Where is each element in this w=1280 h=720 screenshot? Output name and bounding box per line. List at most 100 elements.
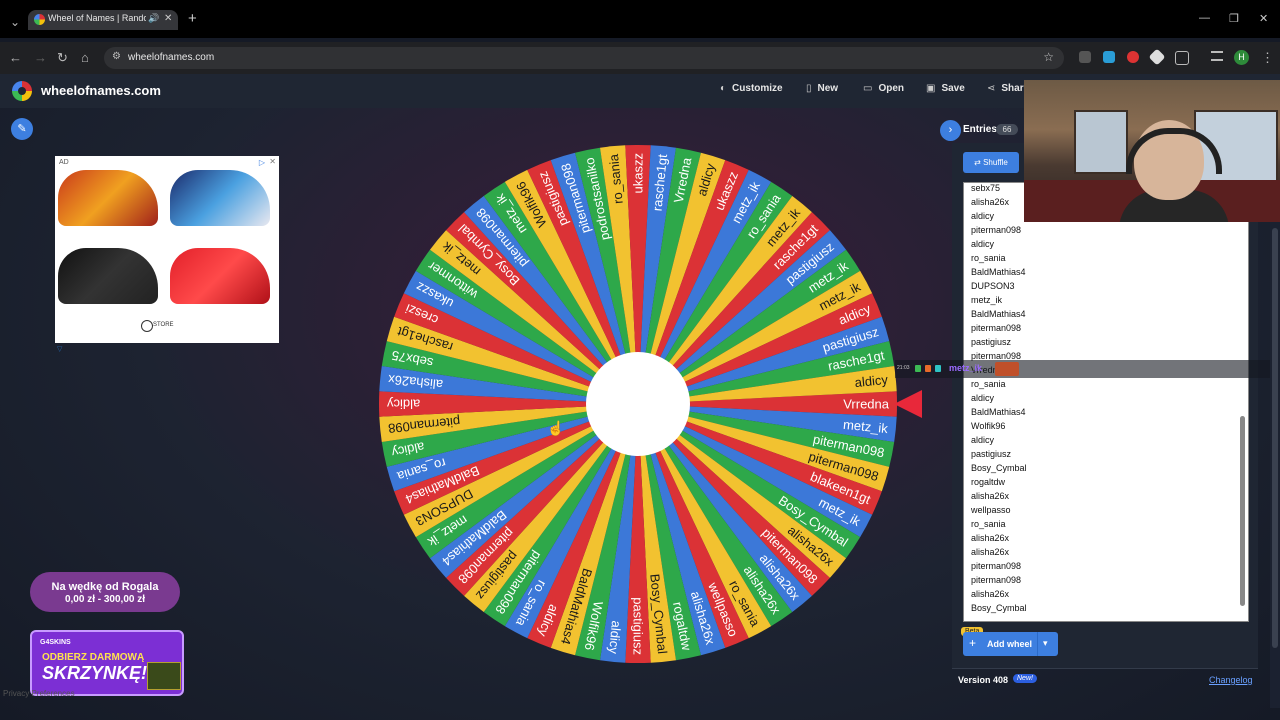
back-arrow-icon[interactable]: ← [9,50,22,65]
extension-icon[interactable] [1103,51,1115,63]
entry-line[interactable]: metz_ik [971,295,1002,305]
browser-tab[interactable]: Wheel of Names | Random 🔊 ✕ [28,10,178,30]
forward-arrow-icon[interactable]: → [34,50,47,65]
entries-scroll-thumb[interactable] [1240,416,1245,606]
shuffle-button[interactable]: ⇄ Shuffle [963,152,1019,173]
media-controls-icon[interactable] [1211,51,1223,61]
entry-line[interactable]: aldicy [971,239,994,249]
wheel-slice-label: pastigiusz [631,597,646,655]
entry-line[interactable]: BaldMathias4 [971,407,1026,417]
entry-line[interactable]: piterman098 [971,323,1021,333]
entry-line[interactable]: Wolfik96 [971,421,1005,431]
site-logo-icon[interactable] [12,81,32,101]
maximize-icon[interactable]: ❐ [1229,12,1239,25]
close-tab-icon[interactable]: ✕ [164,13,172,24]
entry-line[interactable]: BaldMathias4 [971,309,1026,319]
edit-pencil-icon[interactable]: ✎ [11,118,33,140]
customize-label: Customize [732,83,783,94]
extension-icon[interactable] [1079,51,1091,63]
entry-line[interactable]: rogaltdw [971,477,1005,487]
new-tab-plus-icon[interactable]: + [188,10,197,27]
ad-info-icon[interactable]: ▽ [57,345,62,353]
entry-line[interactable]: ro_sania [971,379,1006,389]
entry-line[interactable]: sebx75 [971,183,1000,193]
shoe-image[interactable] [58,248,158,304]
entry-line[interactable]: piterman098 [971,575,1021,585]
share-button[interactable]: ⋖ Share [987,83,1029,94]
shoe-image[interactable] [58,170,158,226]
open-label: Open [878,83,905,94]
chevron-down-icon[interactable]: ▾ [1043,638,1048,649]
chat-time: 21:03 [897,365,910,371]
entry-line[interactable]: Bosy_Cymbal [971,463,1027,473]
entry-line[interactable]: pastigiusz [971,449,1011,459]
entry-line[interactable]: aldicy [971,211,994,221]
entries-textarea[interactable]: sebx75 alisha26x aldicy piterman098 aldicy ro… [963,182,1249,622]
tab-search-chevron-icon[interactable]: ⌄ [6,14,24,30]
omnibox[interactable]: ⚙ wheelofnames.com ☆ [104,47,1064,69]
entry-line[interactable]: ro_sania [971,519,1006,529]
spin-wheel[interactable]: Vrredna metz_ik piterman098 piterman098 blak… [377,143,899,665]
case-box-icon [147,662,181,690]
open-button[interactable]: ▭ Open [863,83,904,94]
hand-cursor-icon: ☝ [547,420,565,436]
entry-line[interactable]: alisha26x [971,197,1009,207]
profile-avatar[interactable]: H [1234,50,1249,65]
webcam-overlay [1024,80,1280,222]
browser-tab-bar: ⌄ Wheel of Names | Random 🔊 ✕ + — ❐ ✕ [0,0,1280,38]
chat-username: metz_ik [949,363,983,373]
entry-line[interactable]: DUPSON3 [971,281,1015,291]
adchoices-icon[interactable]: ▷ [259,158,265,167]
changelog-link[interactable]: Changelog [1209,675,1253,685]
entry-line[interactable]: ro_sania [971,253,1006,263]
entry-line[interactable]: aldicy [971,435,994,445]
page-scroll-thumb[interactable] [1272,228,1278,648]
promo-brand: G4SKINS [40,639,71,646]
home-icon[interactable]: ⌂ [81,50,89,65]
entry-line[interactable]: aldicy [971,393,994,403]
add-wheel-button[interactable]: + Add wheel ▾ [963,632,1058,656]
share-icon: ⋖ [987,83,996,94]
entry-line[interactable]: Bosy_Cymbal [971,603,1027,613]
reload-icon[interactable]: ↻ [57,50,68,66]
puzzle-extensions-icon[interactable] [1175,51,1189,65]
entry-line[interactable]: alisha26x [971,491,1009,501]
case-promo-banner[interactable]: G4SKINS ODBIERZ DARMOWĄ SKRZYNKĘ! [30,630,184,696]
wheel-svg[interactable]: Vrrednametz_ikpiterman098piterman098blak… [377,143,899,665]
entry-line[interactable]: alisha26x [971,547,1009,557]
version-text: Version 408 [958,675,1009,685]
entry-line[interactable]: wellpasso [971,505,1011,515]
save-button[interactable]: ▣ Save [926,83,965,94]
shoe-image[interactable] [170,248,270,304]
entry-line[interactable]: alisha26x [971,533,1009,543]
speaker-icon[interactable]: 🔊 [148,13,159,24]
ad-close-icon[interactable]: ✕ [269,157,276,166]
url-text[interactable]: wheelofnames.com [128,52,214,63]
entries-tab[interactable]: Entries [963,124,997,135]
promo-banner[interactable]: Na wędkę od Rogala 0,00 zł - 300,00 zł [30,572,180,612]
shoe-image[interactable] [170,170,270,226]
minimize-icon[interactable]: — [1199,12,1210,24]
entry-line[interactable]: pastigiusz [971,337,1011,347]
privacy-preferences-link[interactable]: Privacy Preferences [3,689,75,698]
entry-line[interactable]: BaldMathias4 [971,267,1026,277]
entries-count-badge: 66 [996,124,1018,135]
new-button[interactable]: ▯ New [806,83,838,94]
entry-line[interactable]: piterman098 [971,225,1021,235]
extension-icon[interactable] [1148,48,1166,66]
wheel-center-circle[interactable] [586,352,690,456]
collapse-chevron-icon[interactable]: › [940,120,961,141]
extension-icon[interactable] [1127,51,1139,63]
site-name[interactable]: wheelofnames.com [41,83,161,98]
browser-menu-icon[interactable]: ⋮ [1261,50,1274,66]
site-info-icon[interactable]: ⚙ [112,51,121,62]
advertisement[interactable]: AD ▷ ✕ STORE [55,156,279,343]
bookmark-star-icon[interactable]: ☆ [1043,50,1054,64]
customize-button[interactable]: ◐ Customize [720,83,783,94]
chat-badge-icon [925,365,931,372]
entry-line[interactable]: piterman098 [971,561,1021,571]
wheel-slice-label: aldicy [387,397,421,412]
close-window-icon[interactable]: ✕ [1259,12,1268,25]
shuffle-icon: ⇄ [974,158,984,167]
entry-line[interactable]: alisha26x [971,589,1009,599]
